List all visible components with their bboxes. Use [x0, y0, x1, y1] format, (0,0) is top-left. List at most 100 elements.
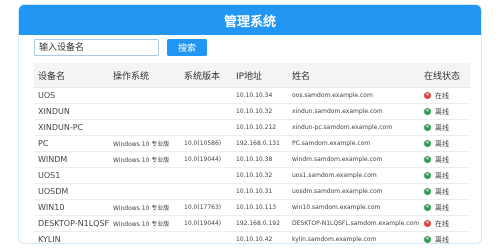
- hostname-cell: kylin.samdom.example.com: [288, 231, 420, 243]
- version-cell: [180, 167, 232, 184]
- x-circle-icon: ✕: [424, 156, 431, 163]
- table-row[interactable]: KYLIN 10.10.10.42 kylin.samdom.example.com…: [34, 231, 470, 244]
- status-text: 离线: [435, 171, 449, 180]
- hostname-cell: uosdm.samdom.example.com: [288, 183, 420, 200]
- status-cell: ✕ 在线: [420, 87, 470, 104]
- device-name-cell: PC: [34, 135, 109, 152]
- status-cell: ✕ 离线: [420, 183, 470, 200]
- status-cell: ✕ 离线: [420, 119, 470, 136]
- status-text: 离线: [435, 203, 449, 212]
- status-text: 离线: [435, 235, 449, 244]
- version-cell: 10.0(19044): [180, 151, 232, 168]
- search-toolbar: 搜索: [34, 39, 207, 56]
- x-circle-icon: ✕: [424, 124, 431, 131]
- column-header-ip[interactable]: IP地址: [232, 63, 288, 88]
- ip-address-cell: 10.10.10.38: [232, 151, 288, 168]
- os-cell: [109, 183, 180, 200]
- os-cell: Windows 10 专业版: [109, 199, 180, 216]
- hostname-cell: oos.samdom.example.com: [288, 87, 420, 104]
- table-row[interactable]: XINDUN 10.10.10.32 xindun.samdom.example.c…: [34, 103, 470, 120]
- hostname-cell: windm.samdom.example.com: [288, 151, 420, 168]
- hostname-cell: PC.samdom.example.com: [288, 135, 420, 152]
- x-circle-icon: ✕: [424, 220, 431, 227]
- version-cell: [180, 183, 232, 200]
- ip-address-cell: 10.10.10.32: [232, 167, 288, 184]
- x-circle-icon: ✕: [424, 108, 431, 115]
- status-cell: ✕ 离线: [420, 151, 470, 168]
- device-name-cell: UOS: [34, 87, 109, 104]
- ip-address-cell: 10.10.10.113: [232, 199, 288, 216]
- column-header-status[interactable]: 在线状态: [420, 63, 470, 88]
- os-cell: Windows 10 专业版: [109, 151, 180, 168]
- device-name-cell: UOSDM: [34, 183, 109, 200]
- status-text: 离线: [435, 123, 449, 132]
- status-cell: ✕ 在线: [420, 215, 470, 232]
- os-cell: [109, 119, 180, 136]
- version-cell: [180, 119, 232, 136]
- device-name-cell: DESKTOP-N1LQSFI: [34, 215, 109, 232]
- table-row[interactable]: UOSDM 10.10.10.31 uosdm.samdom.example.com…: [34, 183, 470, 200]
- os-cell: [109, 87, 180, 104]
- table-body: UOS 10.10.10.34 oos.samdom.example.com ✕ 在线 X…: [34, 87, 470, 244]
- ip-address-cell: 192.168.0.192: [232, 215, 288, 232]
- search-input[interactable]: [34, 39, 159, 56]
- column-header-name[interactable]: 姓名: [288, 63, 420, 88]
- table-row[interactable]: XINDUN-PC 10.10.10.212 xindun-pc.samdom.ex…: [34, 119, 470, 136]
- search-button[interactable]: 搜索: [167, 39, 207, 56]
- x-circle-icon: ✕: [424, 140, 431, 147]
- version-cell: 10.0(19044): [180, 215, 232, 232]
- version-cell: [180, 87, 232, 104]
- hostname-cell: DESKTOP-N1LQSFL.samdom.example.com: [288, 215, 420, 232]
- title-bar: 管理系统: [19, 5, 481, 35]
- status-cell: ✕ 离线: [420, 135, 470, 152]
- ip-address-cell: 10.10.10.31: [232, 183, 288, 200]
- table-header-row: 设备名 操作系统 系统版本 IP地址 姓名 在线状态: [34, 63, 470, 88]
- x-circle-icon: ✕: [424, 92, 431, 99]
- status-text: 离线: [435, 187, 449, 196]
- os-cell: [109, 231, 180, 243]
- table-row[interactable]: DESKTOP-N1LQSFI Windows 10 专业版 10.0(19044)…: [34, 215, 470, 232]
- device-name-cell: WIN10: [34, 199, 109, 216]
- table-row[interactable]: WINDM Windows 10 专业版 10.0(19044) 10.10.10.3…: [34, 151, 470, 168]
- ip-address-cell: 10.10.10.42: [232, 231, 288, 243]
- version-cell: 10.0(17763): [180, 199, 232, 216]
- column-header-os[interactable]: 操作系统: [109, 63, 180, 88]
- version-cell: [180, 231, 232, 243]
- device-name-cell: WINDM: [34, 151, 109, 168]
- table-row[interactable]: PC Windows 10 专业版 10.0(10586) 192.168.0.131…: [34, 135, 470, 152]
- status-cell: ✕ 离线: [420, 167, 470, 184]
- x-circle-icon: ✕: [424, 172, 431, 179]
- status-text: 在线: [435, 91, 449, 100]
- version-cell: 10.0(10586): [180, 135, 232, 152]
- ip-address-cell: 10.10.10.32: [232, 103, 288, 120]
- os-cell: [109, 167, 180, 184]
- hostname-cell: xindun.samdom.example.com: [288, 103, 420, 120]
- table-row[interactable]: WIN10 Windows 10 专业版 10.0(17763) 10.10.10.1…: [34, 199, 470, 216]
- device-name-cell: XINDUN-PC: [34, 119, 109, 136]
- device-table: 设备名 操作系统 系统版本 IP地址 姓名 在线状态 UOS 10.10.10.3…: [34, 63, 470, 244]
- os-cell: Windows 10 专业版: [109, 135, 180, 152]
- column-header-version[interactable]: 系统版本: [180, 63, 232, 88]
- x-circle-icon: ✕: [424, 204, 431, 211]
- table-row[interactable]: UOS1 10.10.10.32 uos1.samdom.example.com ✕ 离…: [34, 167, 470, 184]
- os-cell: Windows 10 专业版: [109, 215, 180, 232]
- management-window: 管理系统 搜索 设备名 操作系统 系统版本 IP地址 姓名 在线状态 UOS 10…: [18, 4, 482, 244]
- ip-address-cell: 10.10.10.34: [232, 87, 288, 104]
- device-name-cell: XINDUN: [34, 103, 109, 120]
- status-cell: ✕ 离线: [420, 103, 470, 120]
- status-text: 离线: [435, 155, 449, 164]
- table-row[interactable]: UOS 10.10.10.34 oos.samdom.example.com ✕ 在线: [34, 87, 470, 104]
- status-text: 离线: [435, 139, 449, 148]
- column-header-device[interactable]: 设备名: [34, 63, 109, 88]
- hostname-cell: win10.samdom.example.com: [288, 199, 420, 216]
- status-text: 离线: [435, 107, 449, 116]
- status-cell: ✕ 离线: [420, 231, 470, 244]
- hostname-cell: uos1.samdom.example.com: [288, 167, 420, 184]
- device-name-cell: KYLIN: [34, 231, 109, 243]
- version-cell: [180, 103, 232, 120]
- ip-address-cell: 10.10.10.212: [232, 119, 288, 136]
- window-title: 管理系统: [223, 14, 276, 30]
- status-cell: ✕ 离线: [420, 199, 470, 216]
- os-cell: [109, 103, 180, 120]
- x-circle-icon: ✕: [424, 188, 431, 195]
